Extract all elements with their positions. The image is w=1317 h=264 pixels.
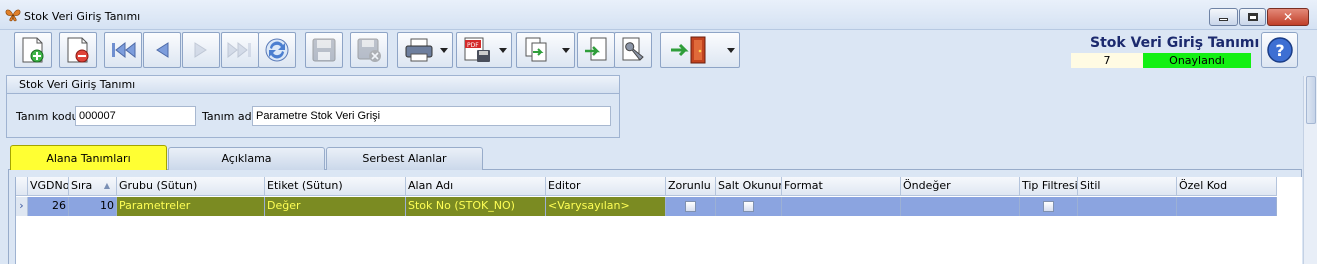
delete-record-button[interactable] — [59, 32, 97, 68]
column-header-zorunlu[interactable]: Zorunlu — [666, 177, 716, 196]
minimize-icon — [1219, 17, 1228, 21]
cell-etiket[interactable]: Değer — [265, 197, 406, 216]
cell-format[interactable] — [782, 197, 901, 216]
first-record-button[interactable] — [104, 32, 142, 68]
vertical-scrollbar[interactable] — [1303, 76, 1317, 264]
copy-document-icon — [525, 37, 547, 62]
maximize-button[interactable] — [1239, 8, 1266, 26]
chevron-down-icon — [440, 48, 448, 53]
cell-vgdno[interactable]: 26 — [28, 197, 69, 216]
butterfly-icon — [5, 8, 21, 26]
definition-group: Stok Veri Giriş Tanımı Tanım kodu Tanım … — [6, 75, 620, 138]
page-title: Stok Veri Giriş Tanımı — [1090, 35, 1260, 51]
svg-text:PDF: PDF — [467, 42, 479, 49]
column-header-editor[interactable]: Editor — [546, 177, 666, 196]
export-pdf-button[interactable]: PDF — [456, 32, 512, 68]
save-cancel-icon — [357, 38, 381, 62]
code-label: Tanım kodu — [16, 110, 79, 123]
name-input[interactable] — [252, 106, 611, 126]
cell-ondeger[interactable] — [901, 197, 1020, 216]
column-header-tip-filtresi[interactable]: Tip Filtresi — [1020, 177, 1078, 196]
exit-button[interactable] — [660, 32, 740, 68]
cancel-save-button[interactable] — [350, 32, 388, 68]
chevron-down-icon — [499, 48, 507, 53]
exit-door-icon — [671, 36, 706, 64]
delete-document-icon — [67, 37, 89, 63]
copy-button[interactable] — [516, 32, 575, 68]
save-icon — [312, 38, 336, 62]
first-icon — [112, 41, 136, 59]
previous-icon — [156, 42, 169, 58]
column-header-alan-adi[interactable]: Alan Adı — [406, 177, 546, 196]
printer-icon — [405, 38, 433, 62]
salt-okunur-checkbox[interactable] — [743, 201, 754, 212]
last-record-button[interactable] — [221, 32, 259, 68]
column-header-vgdno[interactable]: VGDNo — [28, 177, 69, 196]
document-wrench-icon — [622, 37, 644, 61]
tab-field-definitions[interactable]: Alana Tanımları — [10, 145, 167, 170]
column-header-etiket[interactable]: Etiket (Sütun) — [265, 177, 406, 196]
next-record-button[interactable] — [182, 32, 220, 68]
refresh-icon — [265, 38, 289, 62]
row-indicator-icon: › — [16, 197, 28, 216]
scrollbar-thumb[interactable] — [1306, 76, 1316, 124]
cell-ozel-kod[interactable] — [1177, 197, 1277, 216]
import-button[interactable] — [577, 32, 615, 68]
column-header-sitil[interactable]: Sitil — [1078, 177, 1177, 196]
window-title: Stok Veri Giriş Tanımı — [24, 10, 141, 23]
name-label: Tanım adı — [202, 110, 255, 123]
cell-grubu[interactable]: Parametreler — [117, 197, 265, 216]
new-document-icon — [22, 37, 44, 63]
row-indicator-header — [16, 177, 28, 196]
table-row[interactable]: › 26 10 Parametreler Değer Stok No (STOK… — [16, 197, 1277, 216]
record-number: 7 — [1071, 53, 1143, 68]
code-input[interactable] — [75, 106, 196, 126]
chevron-down-icon — [562, 48, 570, 53]
column-header-ondeger[interactable]: Öndeğer — [901, 177, 1020, 196]
cell-alan-adi[interactable]: Stok No (STOK_NO) — [406, 197, 546, 216]
column-header-sira[interactable]: Sıra — [69, 177, 117, 196]
grid-header: VGDNo Sıra Grubu (Sütun) Etiket (Sütun) … — [16, 177, 1277, 196]
cell-sira[interactable]: 10 — [69, 197, 117, 216]
last-icon — [227, 41, 251, 59]
help-button[interactable]: ? — [1261, 32, 1298, 68]
cell-salt-okunur[interactable] — [716, 197, 782, 216]
status-badge: Onaylandı — [1143, 53, 1251, 68]
cell-tip-filtresi[interactable] — [1020, 197, 1078, 216]
title-bar: Stok Veri Giriş Tanımı ✕ — [0, 0, 1317, 30]
previous-record-button[interactable] — [143, 32, 181, 68]
group-title: Stok Veri Giriş Tanımı — [7, 76, 619, 94]
close-button[interactable]: ✕ — [1267, 8, 1309, 26]
tip-filtresi-checkbox[interactable] — [1043, 201, 1054, 212]
column-header-salt-okunur[interactable]: Salt Okunur — [716, 177, 782, 196]
settings-button[interactable] — [614, 32, 652, 68]
zorunlu-checkbox[interactable] — [685, 201, 696, 212]
tab-free-fields[interactable]: Serbest Alanlar — [326, 147, 483, 170]
cell-zorunlu[interactable] — [666, 197, 716, 216]
refresh-button[interactable] — [258, 32, 296, 68]
pdf-save-icon: PDF — [464, 37, 490, 62]
svg-text:?: ? — [1275, 41, 1284, 60]
close-icon: ✕ — [1282, 10, 1294, 24]
save-button[interactable] — [305, 32, 343, 68]
chevron-down-icon — [727, 48, 735, 53]
import-document-icon — [585, 37, 607, 61]
next-icon — [194, 42, 207, 58]
fields-grid: VGDNo Sıra Grubu (Sütun) Etiket (Sütun) … — [15, 177, 1302, 264]
help-icon: ? — [1266, 37, 1293, 63]
print-button[interactable] — [397, 32, 453, 68]
cell-editor[interactable]: <Varysayılan> — [546, 197, 666, 216]
column-header-grubu[interactable]: Grubu (Sütun) — [117, 177, 265, 196]
column-header-format[interactable]: Format — [782, 177, 901, 196]
tab-description[interactable]: Açıklama — [168, 147, 325, 170]
maximize-icon — [1247, 13, 1258, 21]
column-header-ozel-kod[interactable]: Özel Kod — [1177, 177, 1277, 196]
minimize-button[interactable] — [1209, 8, 1238, 26]
new-record-button[interactable] — [14, 32, 52, 68]
cell-sitil[interactable] — [1078, 197, 1177, 216]
